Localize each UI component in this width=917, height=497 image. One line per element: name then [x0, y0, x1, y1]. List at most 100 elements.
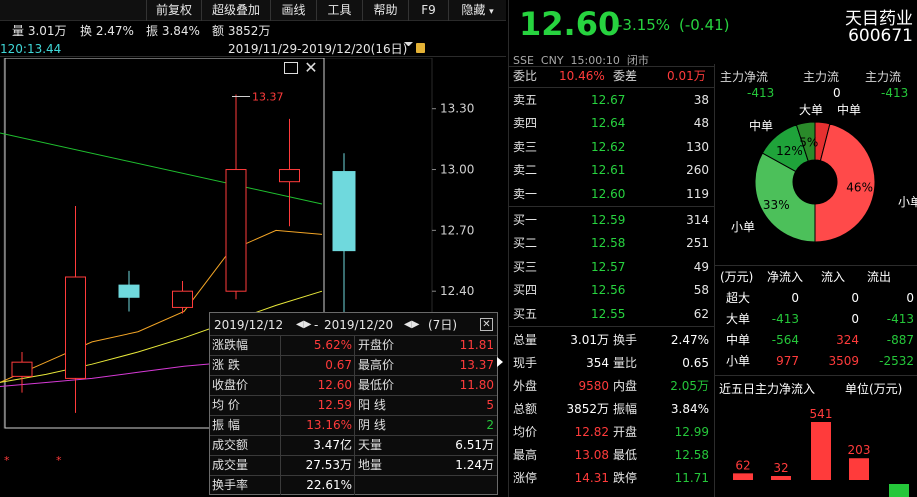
bid-volume: 62: [693, 306, 709, 321]
weibi-label: 委比: [513, 69, 538, 83]
flow-header: 流入: [821, 270, 846, 284]
five-day-bar-label: 32: [773, 461, 788, 475]
tip-label: 阳 线: [358, 398, 386, 412]
tip-label: 阴 线: [358, 418, 386, 432]
stat-label: 外盘: [513, 379, 538, 393]
tip-col-divider: [354, 455, 355, 475]
stock-code: 600671: [848, 26, 913, 46]
ma-label: 120:13.44: [0, 42, 62, 56]
ask-label: 卖五: [513, 93, 538, 107]
toolbar-item-overlay[interactable]: 超级叠加: [201, 0, 270, 21]
tip-col-divider: [354, 375, 355, 395]
flow-in: 0: [851, 291, 859, 305]
bid-price: 12.55: [591, 306, 626, 321]
stat-label: 开盘: [613, 425, 638, 439]
tip-value: 0.67: [325, 358, 352, 372]
bid-label: 买四: [513, 283, 538, 298]
y-tick-label: 12.70: [440, 223, 474, 237]
bid-volume: 314: [686, 213, 709, 227]
flow-net: 0: [791, 291, 799, 305]
tip-label: 天量: [358, 438, 383, 452]
five-day-bar: [811, 422, 831, 480]
ask-volume: 119: [686, 186, 709, 201]
candle-body: [172, 290, 193, 308]
tip-value: 27.53万: [305, 458, 352, 472]
toolbar-item-help[interactable]: 帮助: [362, 0, 408, 21]
tip-label: 振 幅: [212, 418, 240, 432]
stat-label: 均价: [513, 425, 538, 439]
stat-value: 12.58: [674, 448, 709, 462]
chart-date-bar: 120:13.44 2019/11/29-2019/12/20(16日): [0, 41, 506, 57]
change-value: (-0.41): [679, 16, 730, 34]
capital-pie-chart: 46%33%12%5%大单 中单中单小单小单: [731, 102, 917, 243]
stat-value: 3852万: [566, 402, 609, 416]
stat-value: 2.05万: [670, 379, 709, 393]
stat-label: 总量: [513, 333, 538, 347]
maximize-icon[interactable]: [284, 62, 298, 74]
toolbar-item-draw[interactable]: 画线: [270, 0, 316, 21]
ask-volume: 38: [693, 93, 709, 107]
toolbar-item-fuquan[interactable]: 前复权: [146, 0, 201, 21]
ask-label: 卖三: [513, 139, 538, 154]
flow-out: -413: [886, 312, 914, 326]
panel-pointer-icon: [497, 357, 503, 367]
tip-value: 5: [486, 398, 494, 412]
tip-col-divider: [354, 475, 355, 495]
flow-in: 324: [836, 333, 859, 347]
flow-header: 净流入: [767, 270, 804, 284]
range-from-date: 2019/12/12: [214, 318, 284, 332]
tip-value: 6.51万: [455, 438, 494, 452]
stat-value: 13.08: [574, 448, 609, 462]
tip-value: 12.59: [317, 398, 352, 412]
lock-icon[interactable]: [416, 43, 425, 53]
range-to-date: 2019/12/20: [324, 318, 394, 332]
flow-header: (万元): [720, 270, 754, 284]
tip-label-divider: [280, 335, 281, 495]
stat-value: 354: [586, 356, 609, 370]
close-selection-icon[interactable]: ✕: [302, 60, 320, 76]
weibi-value: 10.46%: [559, 69, 605, 83]
tip-value: 13.37: [459, 358, 494, 372]
range-days: (7日): [428, 318, 457, 332]
tip-value: 2: [486, 418, 494, 432]
flow-header: 流出: [867, 270, 892, 284]
flow-in: 3509: [828, 354, 859, 368]
date-range-dropdown-icon[interactable]: [404, 42, 413, 51]
tip-label: 成交额: [212, 438, 249, 452]
stat-turnover: 换 2.47%: [80, 24, 134, 38]
five-day-bar-chart: 62 32 541 203: [733, 407, 909, 497]
flow-net: -564: [771, 333, 799, 347]
five-day-title: 近五日主力净流入: [719, 382, 816, 396]
bid-label: 买二: [513, 236, 538, 251]
range-stats-panel: 2019/12/12 ◀▶ - 2019/12/20 ◀▶ (7日) ✕ 涨跌幅…: [209, 312, 498, 495]
candle-body: [118, 284, 140, 298]
pie-pct-label: 33%: [763, 198, 790, 212]
tip-col-divider: [354, 415, 355, 435]
stat-value: 11.71: [674, 471, 709, 485]
bid-volume: 49: [693, 259, 709, 274]
range-from-stepper-icon[interactable]: ◀▶: [296, 315, 311, 335]
toolbar-item-hide[interactable]: 隐藏 ▾: [448, 0, 506, 21]
five-day-bar-label: 62: [735, 458, 750, 472]
tip-label: 涨 跌: [212, 358, 240, 372]
pie-label: 大单: [799, 103, 823, 117]
chart-toolbar: 前复权 超级叠加 画线 工具 帮助 F9 隐藏 ▾: [0, 0, 506, 21]
toolbar-item-tools[interactable]: 工具: [316, 0, 362, 21]
stat-label: 内盘: [613, 379, 638, 393]
bid-price: 12.59: [591, 213, 626, 227]
range-to-stepper-icon[interactable]: ◀▶: [404, 315, 419, 335]
ask-label: 卖一: [513, 186, 538, 201]
tip-label: 换手率: [212, 478, 249, 492]
toolbar-item-f9[interactable]: F9: [408, 0, 448, 21]
five-day-bar: [733, 473, 753, 480]
candle-body: [225, 169, 247, 292]
signal-star-icon: *: [56, 454, 62, 467]
stat-label: 最低: [613, 448, 638, 462]
ask-label: 卖四: [513, 116, 538, 131]
tip-label: 地量: [358, 458, 383, 472]
five-day-bar: [889, 484, 909, 497]
close-panel-icon[interactable]: ✕: [480, 318, 493, 331]
bid-label: 买一: [513, 213, 538, 227]
change-pct: -3.15%: [617, 16, 671, 34]
ask-volume: 260: [686, 163, 709, 178]
